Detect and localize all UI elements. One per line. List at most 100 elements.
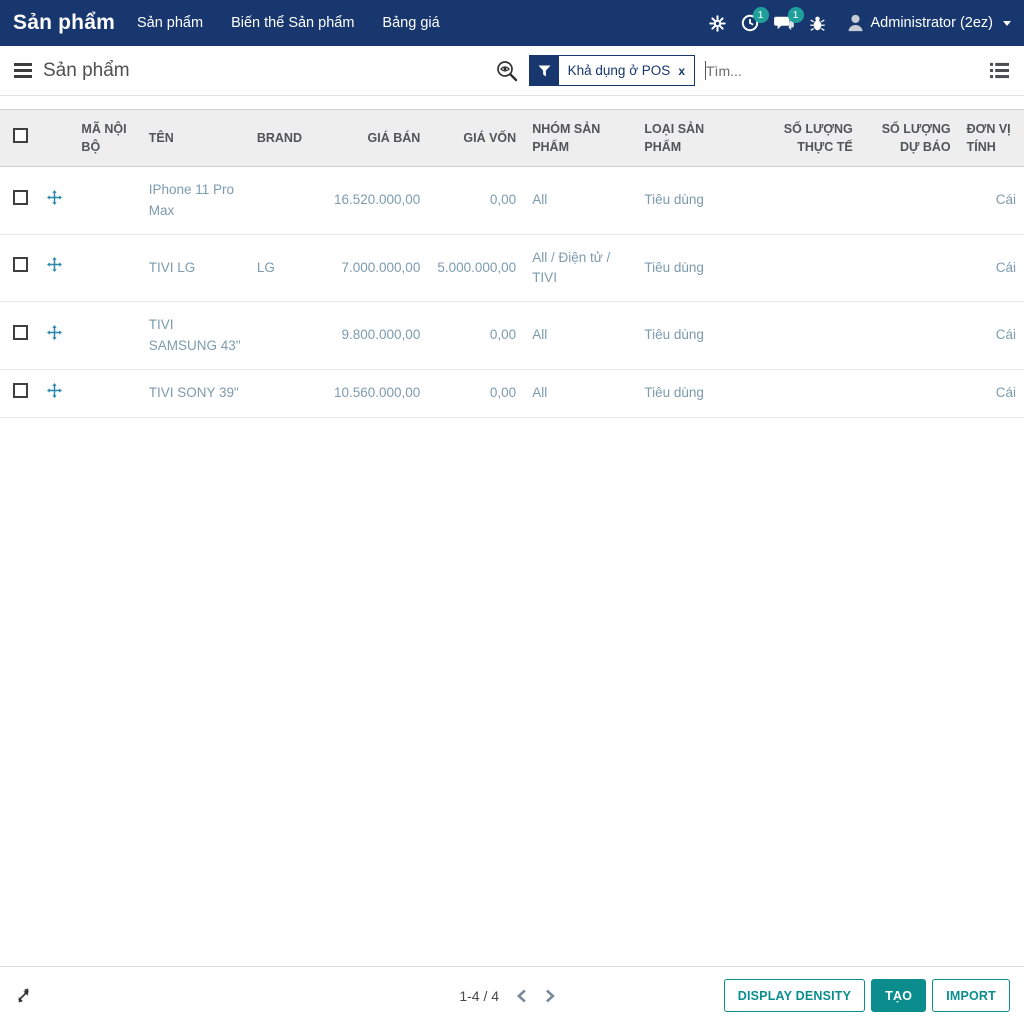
create-button[interactable]: TẠO: [871, 979, 926, 1012]
import-button[interactable]: IMPORT: [932, 979, 1010, 1012]
search-input-wrap: [705, 61, 961, 80]
cell-category[interactable]: All: [524, 369, 636, 417]
row-checkbox[interactable]: [13, 383, 28, 398]
drag-handle-cell[interactable]: [39, 167, 74, 235]
search-facet: Khả dụng ở POS x: [529, 55, 695, 86]
table-row[interactable]: TIVI SONY 39" 10.560.000,00 0,00 All Tiê…: [0, 369, 1024, 417]
expand-icon[interactable]: [14, 986, 33, 1005]
search-input[interactable]: [706, 63, 961, 79]
activities-clock-icon[interactable]: 1: [741, 14, 759, 32]
cell-name[interactable]: TIVI LG: [141, 234, 249, 302]
cell-qty-on-hand[interactable]: [747, 167, 861, 235]
cell-uom[interactable]: Cái: [959, 302, 1024, 370]
cell-brand[interactable]: [249, 369, 314, 417]
gear-icon[interactable]: [709, 15, 726, 32]
bug-icon[interactable]: [809, 15, 826, 32]
col-qty-forecast[interactable]: SỐ LƯỢNG DỰ BÁO: [861, 110, 959, 167]
cell-brand[interactable]: [249, 167, 314, 235]
list-view-icon[interactable]: [989, 61, 1010, 80]
cell-uom[interactable]: Cái: [959, 167, 1024, 235]
cell-category[interactable]: All: [524, 302, 636, 370]
display-density-button[interactable]: DISPLAY DENSITY: [724, 979, 865, 1012]
select-all-checkbox-cell[interactable]: [0, 110, 39, 167]
col-name[interactable]: TÊN: [141, 110, 249, 167]
cell-sale-price[interactable]: 7.000.000,00: [314, 234, 428, 302]
col-code[interactable]: MÃ NỘI BỘ: [73, 110, 140, 167]
cell-sale-price[interactable]: 9.800.000,00: [314, 302, 428, 370]
footer-bar: 1-4 / 4 DISPLAY DENSITY TẠO IMPORT: [0, 966, 1024, 1024]
cell-qty-on-hand[interactable]: [747, 369, 861, 417]
col-brand[interactable]: BRAND: [249, 110, 314, 167]
cell-code[interactable]: [73, 234, 140, 302]
products-list-page: Sản phẩm Sản phẩm Biến thể Sản phẩm Bảng…: [0, 0, 1024, 1024]
col-category[interactable]: NHÓM SẢN PHẨM: [524, 110, 636, 167]
cell-type[interactable]: Tiêu dùng: [636, 302, 746, 370]
drag-handle-cell[interactable]: [39, 369, 74, 417]
cell-qty-on-hand[interactable]: [747, 302, 861, 370]
row-checkbox[interactable]: [13, 325, 28, 340]
row-checkbox-cell[interactable]: [0, 302, 39, 370]
cell-cost[interactable]: 0,00: [428, 302, 524, 370]
nav-item-products[interactable]: Sản phẩm: [137, 15, 203, 31]
cell-sale-price[interactable]: 10.560.000,00: [314, 369, 428, 417]
pager-next-icon[interactable]: [544, 989, 555, 1003]
menu-toggle-icon[interactable]: [14, 63, 32, 78]
row-checkbox[interactable]: [13, 257, 28, 272]
facet-remove-icon[interactable]: x: [678, 64, 685, 78]
messages-icon[interactable]: 1: [774, 14, 794, 32]
cell-type[interactable]: Tiêu dùng: [636, 234, 746, 302]
cell-sale-price[interactable]: 16.520.000,00: [314, 167, 428, 235]
cell-type[interactable]: Tiêu dùng: [636, 167, 746, 235]
cell-name[interactable]: TIVI SAMSUNG 43": [141, 302, 249, 370]
facet-label: Khả dụng ở POS: [568, 63, 671, 78]
nav-item-product-variants[interactable]: Biến thể Sản phẩm: [231, 15, 354, 31]
navbar-right: 1 1: [709, 14, 1011, 32]
cell-code[interactable]: [73, 369, 140, 417]
header-row: MÃ NỘI BỘ TÊN BRAND GIÁ BÁN GIÁ VỐN NHÓM…: [0, 110, 1024, 167]
col-sale-price[interactable]: GIÁ BÁN: [314, 110, 428, 167]
cell-qty-forecast[interactable]: [861, 369, 959, 417]
messages-badge: 1: [788, 7, 804, 23]
cell-brand[interactable]: LG: [249, 234, 314, 302]
footer-buttons: DISPLAY DENSITY TẠO IMPORT: [724, 979, 1010, 1012]
col-cost[interactable]: GIÁ VỐN: [428, 110, 524, 167]
cell-qty-forecast[interactable]: [861, 234, 959, 302]
nav-item-pricelists[interactable]: Bảng giá: [382, 15, 439, 31]
cell-cost[interactable]: 0,00: [428, 369, 524, 417]
cell-brand[interactable]: [249, 302, 314, 370]
cell-qty-forecast[interactable]: [861, 167, 959, 235]
app-name[interactable]: Sản phẩm: [13, 11, 115, 35]
cell-name[interactable]: TIVI SONY 39": [141, 369, 249, 417]
cell-qty-on-hand[interactable]: [747, 234, 861, 302]
cell-code[interactable]: [73, 167, 140, 235]
drag-handle-cell[interactable]: [39, 302, 74, 370]
cell-category[interactable]: All / Điện tử / TIVI: [524, 234, 636, 302]
pager-prev-icon[interactable]: [516, 989, 527, 1003]
breadcrumb: Sản phẩm: [43, 60, 130, 82]
cell-category[interactable]: All: [524, 167, 636, 235]
row-checkbox[interactable]: [13, 190, 28, 205]
cell-qty-forecast[interactable]: [861, 302, 959, 370]
cell-uom[interactable]: Cái: [959, 234, 1024, 302]
drag-handle-cell[interactable]: [39, 234, 74, 302]
cell-name[interactable]: IPhone 11 Pro Max: [141, 167, 249, 235]
cell-type[interactable]: Tiêu dùng: [636, 369, 746, 417]
cell-code[interactable]: [73, 302, 140, 370]
filter-funnel-icon: [530, 56, 559, 85]
cell-uom[interactable]: Cái: [959, 369, 1024, 417]
cell-cost[interactable]: 0,00: [428, 167, 524, 235]
select-all-checkbox[interactable]: [13, 128, 28, 143]
col-qty-on-hand[interactable]: SỐ LƯỢNG THỰC TẾ: [747, 110, 861, 167]
cell-cost[interactable]: 5.000.000,00: [428, 234, 524, 302]
row-checkbox-cell[interactable]: [0, 234, 39, 302]
table-row[interactable]: TIVI LG LG 7.000.000,00 5.000.000,00 All…: [0, 234, 1024, 302]
table-row[interactable]: TIVI SAMSUNG 43" 9.800.000,00 0,00 All T…: [0, 302, 1024, 370]
row-checkbox-cell[interactable]: [0, 167, 39, 235]
search-options-icon[interactable]: [495, 59, 519, 83]
move-handle-icon: [47, 257, 62, 272]
user-menu[interactable]: Administrator (2ez): [847, 14, 1011, 32]
col-type[interactable]: LOẠI SẢN PHẨM: [636, 110, 746, 167]
row-checkbox-cell[interactable]: [0, 369, 39, 417]
col-uom[interactable]: ĐƠN VỊ TÍNH: [959, 110, 1024, 167]
table-row[interactable]: IPhone 11 Pro Max 16.520.000,00 0,00 All…: [0, 167, 1024, 235]
